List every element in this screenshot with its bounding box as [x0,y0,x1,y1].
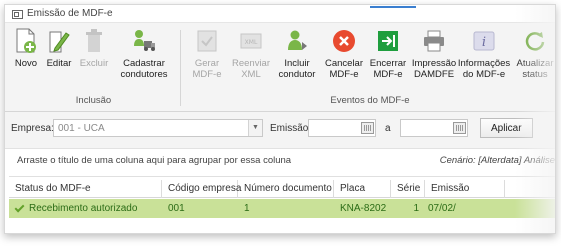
cell-codigo-empresa: 001 [168,203,185,214]
chevron-down-icon[interactable]: ▼ [248,120,262,136]
incluir-label-1: Incluir [284,58,310,69]
window-title: Emissão de MDF-e [27,8,113,19]
reenviar-label-1: Reenviar [231,58,271,69]
informacoes-mdfe-button[interactable]: i Informações do MDF-e [457,28,511,94]
table-row[interactable]: Recebimento autorizado 001 1 KNA-8202 1 … [9,199,555,218]
impressao-label-1: Impressão [411,58,457,69]
emissao-label: Emissão: [270,123,312,134]
window-app-icon [12,10,23,19]
incluir-label-2: condutor [278,69,316,80]
mdfe-grid: Arraste o título de uma coluna aqui para… [5,148,555,233]
emissao-start-date-field[interactable] [308,119,376,137]
editar-label: Editar [46,58,72,69]
informacoes-label-1: Informações [457,58,511,69]
edit-pencil-icon [47,28,71,54]
svg-text:XML: XML [245,39,258,46]
grid-header: Status do MDF-e Código empresa Número do… [9,180,555,198]
resend-xml-icon: XML [239,28,263,54]
group-label-eventos: Eventos do MDF-e [330,95,410,106]
mdfe-window: Emissão de MDF-e Novo Editar Excluir Cad… [4,4,556,234]
group-label-inclusao: Inclusão [75,95,112,106]
column-header-numero-documento[interactable]: Número documento [238,180,334,198]
cell-placa: KNA-8202 [340,203,387,214]
drivers-truck-icon [132,28,156,54]
gerar-label-1: Gerar [194,58,220,69]
informacoes-label-2: do MDF-e [462,69,506,80]
incluir-condutor-button[interactable]: Incluir condutor [275,28,319,94]
cancelar-label-2: MDF-e [329,69,359,80]
refresh-icon [523,28,547,54]
editar-button[interactable]: Editar [43,28,75,94]
excluir-button[interactable]: Excluir [77,28,111,94]
cell-numero-documento: 1 [244,203,250,214]
title-bar: Emissão de MDF-e [5,5,555,23]
reenviar-label-2: XML [241,69,261,80]
cell-emissao: 07/02/ [428,203,456,214]
cancelar-label-1: Cancelar [324,58,364,69]
empresa-select[interactable]: 001 - UCA ▼ [53,119,263,137]
cell-status-text: Recebimento autorizado [29,203,138,214]
empresa-label: Empresa: [11,123,54,134]
impressao-damdfe-button[interactable]: Impressão DAMDFE [411,28,457,94]
cadastrar-condutores-button[interactable]: Cadastrar condutores [115,28,173,94]
novo-label: Novo [14,58,38,69]
column-header-status[interactable]: Status do MDF-e [9,180,162,198]
apply-button[interactable]: Aplicar [480,118,533,138]
new-document-icon [14,28,38,54]
atualizar-label-1: Atualizar [516,58,554,69]
calendar-icon[interactable] [361,122,374,134]
column-header-serie[interactable]: Série [391,180,425,198]
cancel-icon [332,28,356,54]
close-mdfe-icon [376,28,400,54]
encerrar-label-1: Encerrar [369,58,407,69]
printer-icon [422,28,446,54]
gerar-label-2: MDF-e [192,69,222,80]
group-separator [180,30,181,106]
scenario-label: Cenário: [Alterdata] Análise [439,155,555,166]
svg-text:i: i [482,35,486,50]
empresa-value: 001 - UCA [58,123,105,134]
check-icon [14,202,25,213]
reenviar-xml-button[interactable]: XML Reenviar XML [231,28,271,94]
novo-button[interactable]: Novo [11,28,41,94]
trash-icon [82,28,106,54]
atualizar-status-button[interactable]: Atualizar status [513,28,555,94]
atualizar-label-2: status [522,69,548,80]
column-header-codigo-empresa[interactable]: Código empresa [162,180,241,198]
excluir-label: Excluir [79,58,109,69]
cancelar-mdfe-button[interactable]: Cancelar MDF-e [323,28,365,94]
group-by-hint: Arraste o título de uma coluna aqui para… [17,155,292,166]
cadastrar-label-1: Cadastrar [123,58,165,69]
generate-document-icon [195,28,219,54]
filter-bar: Empresa: 001 - UCA ▼ Emissão: a Aplicar [5,115,555,141]
encerrar-label-2: MDF-e [373,69,403,80]
column-header-placa[interactable]: Placa [334,180,391,198]
gerar-mdfe-button[interactable]: Gerar MDF-e [187,28,227,94]
ribbon-toolbar: Novo Editar Excluir Cadastrar condutores… [5,24,555,112]
active-tab-indicator [370,6,416,8]
impressao-label-2: DAMDFE [413,69,455,80]
emissao-end-date-field[interactable] [400,119,468,137]
group-panel-divider [9,176,555,177]
encerrar-mdfe-button[interactable]: Encerrar MDF-e [367,28,409,94]
calendar-icon[interactable] [453,122,466,134]
column-header-emissao[interactable]: Emissão [425,180,505,198]
cell-status: Recebimento autorizado [9,199,162,218]
add-driver-icon [285,28,309,54]
date-separator: a [385,123,391,134]
cadastrar-label-2: condutores [120,69,168,80]
cell-serie: 1 [413,203,419,214]
info-icon: i [472,28,496,54]
